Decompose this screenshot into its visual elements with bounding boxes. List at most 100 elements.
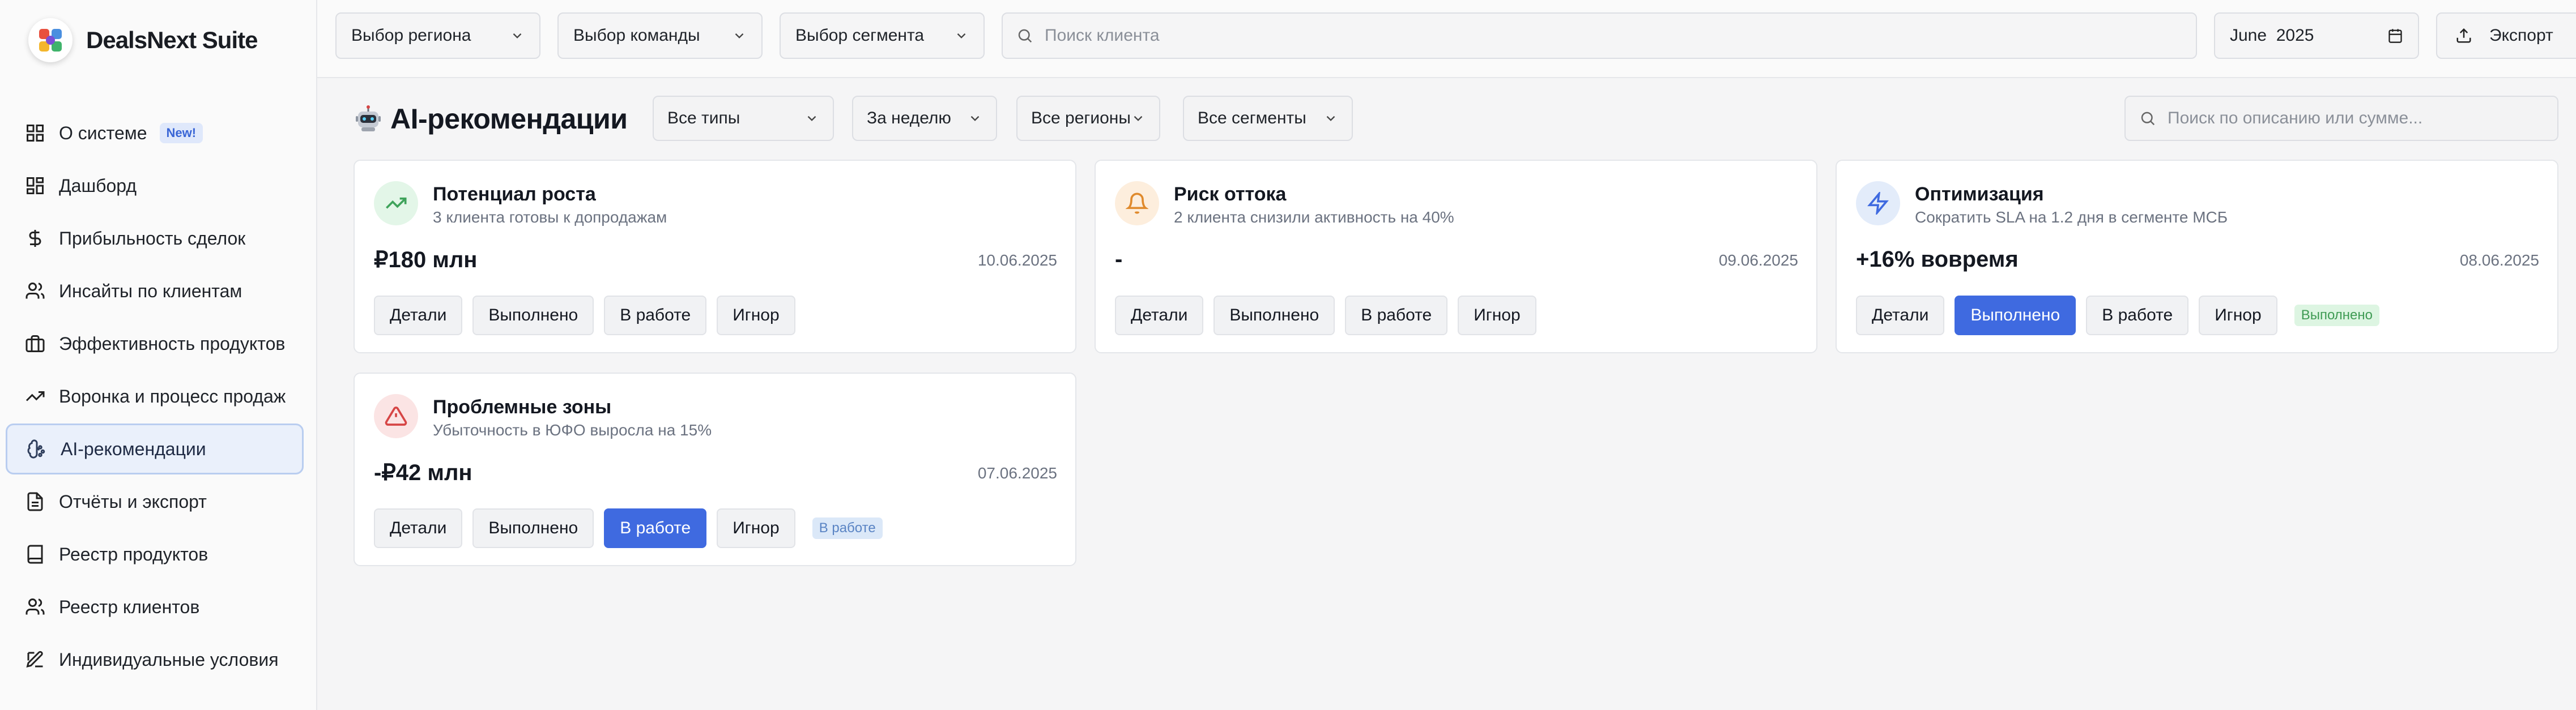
sidebar-item-about[interactable]: О системе New! xyxy=(6,108,304,159)
card-title: Потенциал роста xyxy=(433,183,596,205)
ignore-button[interactable]: Игнор xyxy=(1458,296,1536,335)
details-button[interactable]: Детали xyxy=(374,508,463,548)
recommendation-card-churn: Риск оттока 2 клиента снизили активность… xyxy=(1095,160,1817,353)
users-icon xyxy=(24,280,46,302)
brain-icon xyxy=(25,438,48,460)
calendar-icon xyxy=(2388,29,2402,43)
sidebar-item-reports[interactable]: Отчёты и экспорт xyxy=(6,476,304,527)
sidebar-item-label: Инсайты по клиентам xyxy=(59,280,242,301)
card-value: ₽180 млн xyxy=(374,247,478,272)
card-value: - xyxy=(1115,247,1123,272)
users-icon xyxy=(24,596,46,618)
sidebar-item-label: О системе xyxy=(59,122,147,143)
page-title-text: AI-рекомендации xyxy=(390,103,628,135)
trend-icon xyxy=(24,385,46,408)
in-progress-button[interactable]: В работе xyxy=(604,508,707,548)
chevron-down-icon xyxy=(735,33,744,39)
chevron-down-icon xyxy=(970,116,980,121)
region-filter-value: Все регионы xyxy=(1031,109,1131,127)
done-button[interactable]: Выполнено xyxy=(1214,296,1335,335)
card-title: Оптимизация xyxy=(1915,183,2044,205)
card-subtitle: 3 клиента готовы к допродажам xyxy=(433,208,667,226)
status-badge: В работе xyxy=(812,517,883,539)
recommendation-search-placeholder: Поиск по описанию или сумме... xyxy=(2168,109,2423,127)
sidebar-item-client-insights[interactable]: Инсайты по клиентам xyxy=(6,266,304,316)
card-icon-bg xyxy=(374,394,418,438)
ignore-button[interactable]: Игнор xyxy=(717,508,795,548)
bell-icon xyxy=(1126,193,1148,214)
sidebar-nav: О системе New! Дашборд Прибыльность сдел… xyxy=(6,108,304,687)
export-button[interactable]: Экспорт xyxy=(2436,12,2576,59)
recommendation-card-problem-zones: Проблемные зоны Убыточность в ЮФО выросл… xyxy=(354,373,1076,566)
card-date: 08.06.2025 xyxy=(2459,251,2539,269)
new-badge: New! xyxy=(159,123,203,143)
in-progress-button[interactable]: В работе xyxy=(604,296,707,335)
ignore-button[interactable]: Игнор xyxy=(2199,296,2277,335)
sidebar-item-label: Реестр клиентов xyxy=(59,596,200,617)
chevron-down-icon xyxy=(1326,116,1335,121)
sidebar-item-ai-recommendations[interactable]: AI-рекомендации xyxy=(6,424,304,474)
recommendation-card-growth: Потенциал роста 3 клиента готовы к допро… xyxy=(354,160,1076,353)
card-subtitle: 2 клиента снизили активность на 40% xyxy=(1174,208,1454,226)
details-button[interactable]: Детали xyxy=(374,296,463,335)
book-icon xyxy=(24,543,46,566)
region-filter[interactable]: Все регионы xyxy=(1016,96,1160,141)
recommendation-search-input[interactable]: Поиск по описанию или сумме... xyxy=(2124,96,2558,141)
app-title: DealsNext Suite xyxy=(86,27,258,53)
sidebar-item-client-registry[interactable]: Реестр клиентов xyxy=(6,581,304,632)
sidebar-item-label: Отчёты и экспорт xyxy=(59,491,207,512)
edit-icon xyxy=(24,648,46,671)
period-filter[interactable]: За неделю xyxy=(852,96,997,141)
trend-up-icon xyxy=(386,197,407,209)
card-value: +16% вовремя xyxy=(1856,247,2019,272)
done-button[interactable]: Выполнено xyxy=(1955,296,2076,335)
sidebar-item-label: Эффективность продуктов xyxy=(59,333,286,354)
dashboard-icon xyxy=(24,174,46,197)
sidebar-item-label: Реестр продуктов xyxy=(59,544,208,564)
card-title: Проблемные зоны xyxy=(433,396,612,418)
sidebar-item-label: AI-рекомендации xyxy=(61,438,206,459)
upload-icon xyxy=(2456,28,2471,43)
details-button[interactable]: Детали xyxy=(1115,296,1204,335)
sidebar-item-label: Прибыльность сделок xyxy=(59,228,246,249)
sidebar-item-product-registry[interactable]: Реестр продуктов xyxy=(6,529,304,580)
card-icon-bg xyxy=(1115,181,1159,225)
in-progress-button[interactable]: В работе xyxy=(2086,296,2189,335)
period-filter-value: За неделю xyxy=(867,109,951,127)
team-select[interactable]: Выбор команды xyxy=(557,12,763,59)
card-value: -₽42 млн xyxy=(374,460,472,485)
in-progress-button[interactable]: В работе xyxy=(1345,296,1448,335)
client-search-input[interactable]: Поиск клиента xyxy=(1002,12,2197,59)
segment-select-value: Выбор сегмента xyxy=(795,26,925,45)
sidebar-item-individual-terms[interactable]: Индивидуальные условия xyxy=(6,634,304,685)
brand[interactable]: DealsNext Suite xyxy=(28,18,258,62)
segment-filter[interactable]: Все сегменты xyxy=(1183,96,1353,141)
briefcase-icon xyxy=(24,332,46,355)
sidebar-item-profitability[interactable]: Прибыльность сделок xyxy=(6,213,304,264)
file-icon xyxy=(24,490,46,513)
card-subtitle: Сократить SLA на 1.2 дня в сегменте МСБ xyxy=(1915,208,2228,226)
region-select[interactable]: Выбор региона xyxy=(335,12,540,59)
chevron-down-icon xyxy=(1134,116,1143,121)
search-icon xyxy=(1018,29,1032,43)
export-label: Экспорт xyxy=(2489,26,2553,45)
type-filter[interactable]: Все типы xyxy=(653,96,834,141)
card-icon-bg xyxy=(1856,181,1900,225)
card-icon-bg xyxy=(374,181,418,225)
date-picker[interactable]: June 2025 xyxy=(2214,12,2419,59)
sidebar-item-dashboard[interactable]: Дашборд xyxy=(6,160,304,211)
card-date: 09.06.2025 xyxy=(1718,251,1798,269)
done-button[interactable]: Выполнено xyxy=(472,508,594,548)
card-date: 10.06.2025 xyxy=(977,251,1057,269)
logo-icon xyxy=(28,18,73,62)
sidebar-item-product-efficiency[interactable]: Эффективность продуктов xyxy=(6,318,304,369)
card-title: Риск оттока xyxy=(1174,183,1287,205)
search-icon xyxy=(2141,112,2155,126)
team-select-value: Выбор команды xyxy=(573,26,700,45)
details-button[interactable]: Детали xyxy=(1856,296,1945,335)
ignore-button[interactable]: Игнор xyxy=(717,296,795,335)
card-actions: Детали Выполнено В работе Игнор xyxy=(374,296,806,335)
done-button[interactable]: Выполнено xyxy=(472,296,594,335)
segment-select[interactable]: Выбор сегмента xyxy=(780,12,985,59)
sidebar-item-sales-funnel[interactable]: Воронка и процесс продаж xyxy=(6,371,304,422)
